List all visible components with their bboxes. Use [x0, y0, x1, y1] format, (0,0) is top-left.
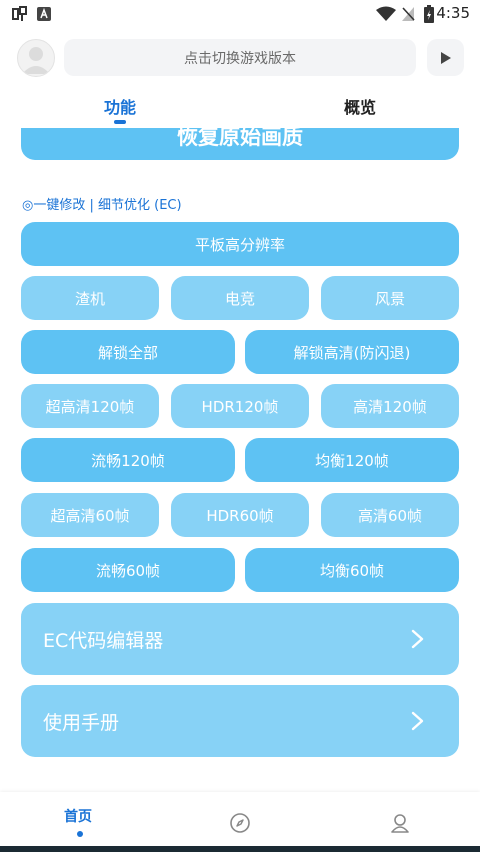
nav-home-tab[interactable]: 首页: [64, 806, 92, 826]
app-notification-icon: [10, 5, 30, 23]
play-icon: [440, 51, 451, 64]
hdr-60-button[interactable]: HDR60帧: [171, 493, 309, 537]
active-tab-indicator-overlay: [114, 120, 126, 124]
smooth-120-button[interactable]: 流畅120帧: [21, 438, 235, 482]
ultra-hd-60-button[interactable]: 超高清60帧: [21, 493, 159, 537]
system-gesture-bar: [0, 846, 480, 852]
status-time: 4:35: [436, 4, 470, 22]
avatar[interactable]: [17, 39, 55, 77]
esports-button[interactable]: 电竞: [171, 276, 309, 320]
tab-bar-background: [0, 84, 480, 128]
tab-features-label: 功能: [104, 98, 137, 117]
a-notification-icon: [36, 5, 52, 23]
profile-icon: [391, 814, 409, 833]
chevron-right-icon: [411, 711, 424, 731]
battery-charging-icon: [423, 5, 435, 23]
ec-code-editor-label: EC代码编辑器: [43, 629, 164, 652]
hdr-120-button[interactable]: HDR120帧: [171, 384, 309, 428]
low-end-device-button[interactable]: 渣机: [21, 276, 159, 320]
user-avatar-icon: [22, 47, 50, 74]
ultra-hd-120-button[interactable]: 超高清120帧: [21, 384, 159, 428]
balanced-60-button[interactable]: 均衡60帧: [245, 548, 459, 592]
ec-code-editor-card[interactable]: EC代码编辑器: [21, 603, 459, 675]
user-manual-card[interactable]: 使用手册: [21, 685, 459, 757]
unlock-hd-button[interactable]: 解锁高清(防闪退): [245, 330, 459, 374]
nav-active-dot: [77, 831, 83, 837]
compass-icon: [230, 813, 250, 833]
version-switch-bar[interactable]: 点击切换游戏版本: [64, 39, 416, 76]
play-button[interactable]: [427, 39, 464, 76]
scenery-button[interactable]: 风景: [321, 276, 459, 320]
nav-discover-tab[interactable]: [229, 812, 251, 838]
nav-profile-tab[interactable]: [389, 812, 411, 838]
version-switch-label: 点击切换游戏版本: [184, 50, 296, 67]
tab-overview-label: 概览: [344, 98, 377, 117]
hd-120-button[interactable]: 高清120帧: [321, 384, 459, 428]
no-signal-icon: [400, 5, 416, 23]
user-manual-label: 使用手册: [43, 711, 120, 734]
tablet-high-resolution-button[interactable]: 平板高分辨率: [21, 222, 459, 266]
balanced-120-button[interactable]: 均衡120帧: [245, 438, 459, 482]
chevron-right-icon: [411, 629, 424, 649]
hd-60-button[interactable]: 高清60帧: [321, 493, 459, 537]
smooth-60-button[interactable]: 流畅60帧: [21, 548, 235, 592]
unlock-all-button[interactable]: 解锁全部: [21, 330, 235, 374]
section-label: ◎一键修改 | 细节优化 (EC): [22, 198, 182, 213]
wifi-icon: [375, 5, 397, 23]
